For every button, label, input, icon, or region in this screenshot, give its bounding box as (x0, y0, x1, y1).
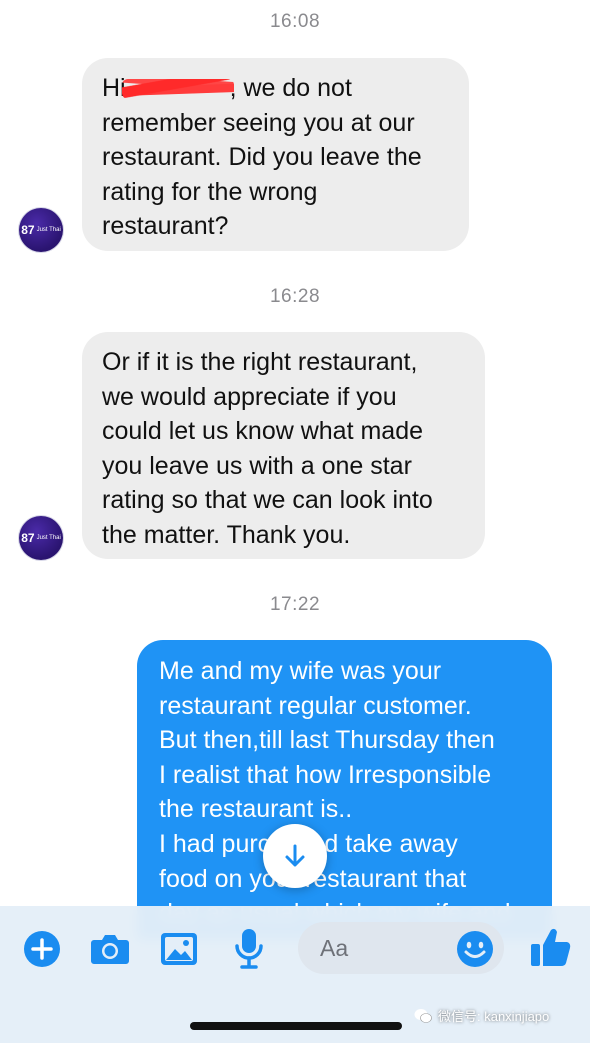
avatar-number: 87 (21, 223, 35, 237)
message-text: rating for the wrong (102, 177, 318, 206)
wechat-icon (414, 1008, 432, 1023)
message-text: Or if it is the right restaurant, (102, 348, 418, 376)
message-text: the restaurant is.. (159, 795, 353, 824)
message-text: But then,till last Thursday then (159, 726, 495, 755)
avatar-caption: Just Thai (36, 227, 61, 233)
avatar[interactable]: 87 Just Thai (19, 208, 63, 252)
message-text: remember seeing you at our (102, 108, 415, 137)
message-text: I had purchased take away (159, 829, 458, 858)
timestamp: 16:28 (269, 286, 321, 307)
home-indicator[interactable] (190, 1022, 402, 1030)
plus-icon[interactable] (22, 929, 62, 969)
emoji-icon[interactable] (454, 928, 496, 970)
avatar-number: 87 (21, 531, 35, 545)
arrow-down-icon (285, 844, 305, 867)
redaction-mark (121, 79, 234, 100)
message-text: Me and my wife was your (159, 657, 442, 685)
watermark-text: 微信号: kanxinjiapo (438, 1009, 550, 1024)
microphone-icon[interactable] (230, 926, 268, 972)
message-text: food on your restaurant that (159, 864, 467, 893)
incoming-message-bubble[interactable]: Hi, we do not remember seeing you at our… (82, 58, 469, 251)
outgoing-message-bubble[interactable]: Me and my wife was your restaurant regul… (137, 640, 552, 940)
timestamp: 16:08 (269, 11, 321, 32)
thumbs-up-icon[interactable] (528, 924, 574, 970)
incoming-message-bubble[interactable]: Or if it is the right restaurant, we wou… (82, 332, 485, 559)
message-text: we would appreciate if you (102, 382, 397, 411)
scroll-to-bottom-button[interactable] (263, 824, 327, 888)
message-text: you leave us with a one star (102, 451, 412, 480)
watermark: 微信号: kanxinjiapo (414, 1006, 549, 1025)
message-input-placeholder: Aa (320, 935, 349, 961)
message-text: the matter. Thank you. (102, 520, 351, 549)
message-text: I realist that how Irresponsible (159, 760, 492, 789)
avatar-caption: Just Thai (36, 535, 61, 541)
message-text: , we do not (229, 74, 352, 102)
camera-icon[interactable] (88, 930, 132, 968)
message-text: restaurant. Did you leave the (102, 143, 422, 171)
message-text: restaurant regular customer. (159, 691, 472, 720)
image-icon[interactable] (158, 929, 200, 969)
avatar[interactable]: 87 Just Thai (19, 516, 63, 560)
message-text: restaurant? (102, 212, 229, 240)
timestamp: 17:22 (269, 594, 321, 615)
message-text: rating so that we can look into (102, 486, 433, 514)
message-text: could let us know what made (102, 417, 424, 445)
